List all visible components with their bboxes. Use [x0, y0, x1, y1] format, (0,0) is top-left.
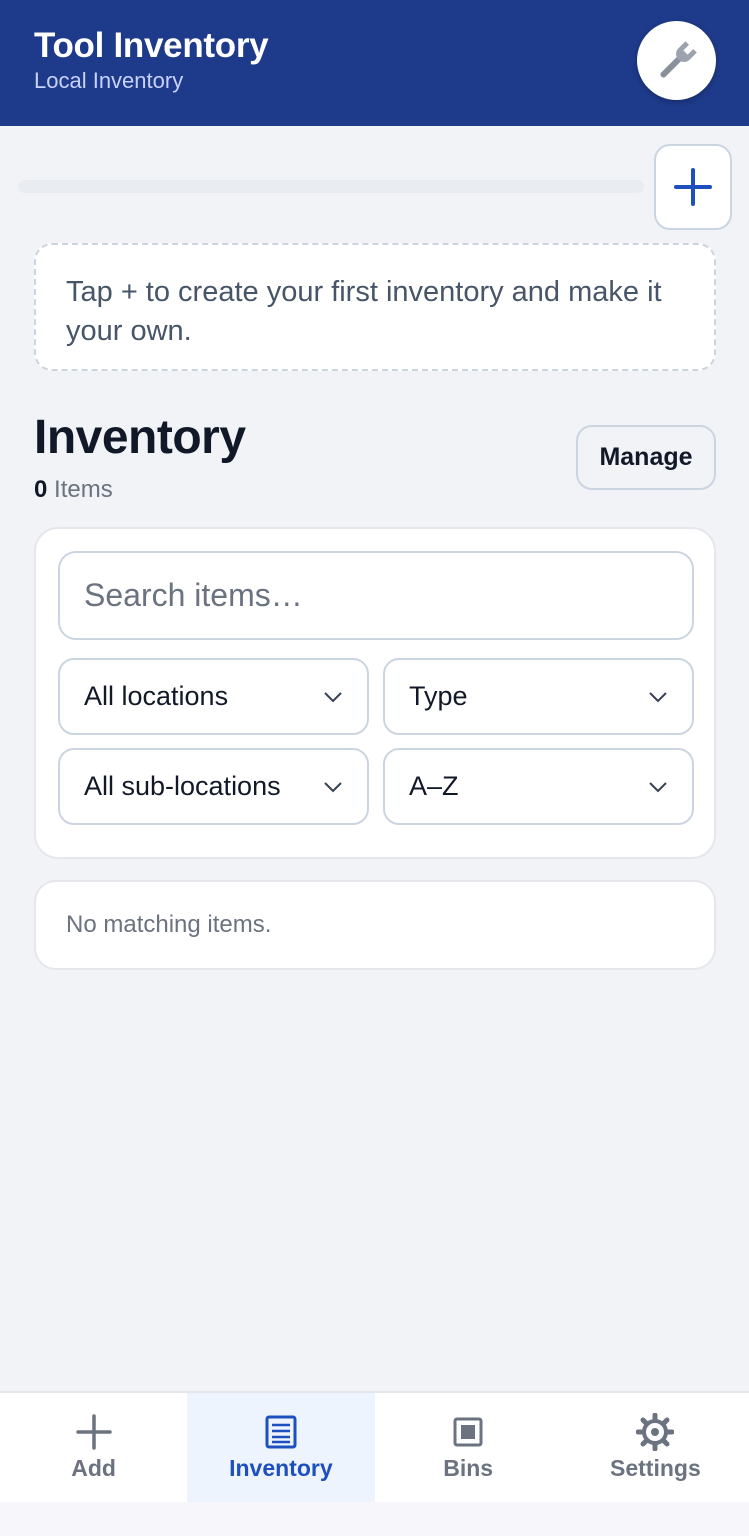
sub-location-select[interactable]: All sub-locations: [58, 748, 369, 825]
chevron-down-icon: [324, 781, 342, 792]
manage-button[interactable]: Manage: [576, 425, 716, 490]
item-count-number: 0: [34, 476, 48, 503]
filter-card: All locations Type All sub-locations A–Z: [34, 527, 716, 859]
nav-item-label: Settings: [610, 1455, 701, 1481]
location-select[interactable]: All locations: [58, 658, 369, 735]
empty-state-card: No matching items.: [34, 880, 716, 970]
gear-icon: [636, 1413, 675, 1451]
nav-item-label: Add: [71, 1455, 116, 1481]
hint-text: Tap + to create your first inventory and…: [66, 276, 662, 347]
item-count-label: Items: [54, 476, 113, 503]
chevron-down-icon: [649, 781, 667, 792]
bin-icon: [453, 1417, 483, 1447]
plus-icon: [674, 168, 712, 206]
type-select[interactable]: Type: [383, 658, 694, 735]
app-subtitle: Local Inventory: [34, 68, 184, 93]
add-inventory-button[interactable]: [654, 144, 732, 230]
system-nav-area: [0, 1502, 749, 1536]
profile-button[interactable]: [637, 21, 716, 100]
nav-item-label: Bins: [443, 1455, 494, 1481]
nav-item-label: Inventory: [229, 1455, 333, 1481]
search-input[interactable]: [58, 551, 694, 640]
inventory-title: Inventory: [34, 411, 246, 464]
item-count: 0 Items: [34, 476, 113, 504]
sub-location-select-value: All sub-locations: [84, 771, 281, 801]
sort-select-value: A–Z: [409, 771, 459, 801]
empty-state-text: No matching items.: [66, 911, 272, 938]
chevron-down-icon: [649, 691, 667, 702]
nav-item-bins[interactable]: Bins: [375, 1393, 562, 1502]
list-icon: [265, 1415, 297, 1449]
nav-item-inventory[interactable]: Inventory: [187, 1393, 375, 1502]
app-header: Tool Inventory Local Inventory: [0, 0, 749, 126]
bottom-nav: Add Inventory Bins Settings: [0, 1391, 749, 1502]
first-inventory-hint: Tap + to create your first inventory and…: [34, 243, 716, 371]
location-select-value: All locations: [84, 681, 229, 711]
app-title: Tool Inventory: [34, 26, 269, 65]
plus-icon: [75, 1414, 112, 1450]
nav-item-add[interactable]: Add: [0, 1393, 187, 1502]
type-select-value: Type: [409, 681, 468, 711]
sort-select[interactable]: A–Z: [383, 748, 694, 825]
nav-item-settings[interactable]: Settings: [562, 1393, 749, 1502]
inventory-tabs-track[interactable]: [18, 180, 644, 193]
chevron-down-icon: [324, 691, 342, 702]
wrench-icon: [659, 40, 697, 78]
